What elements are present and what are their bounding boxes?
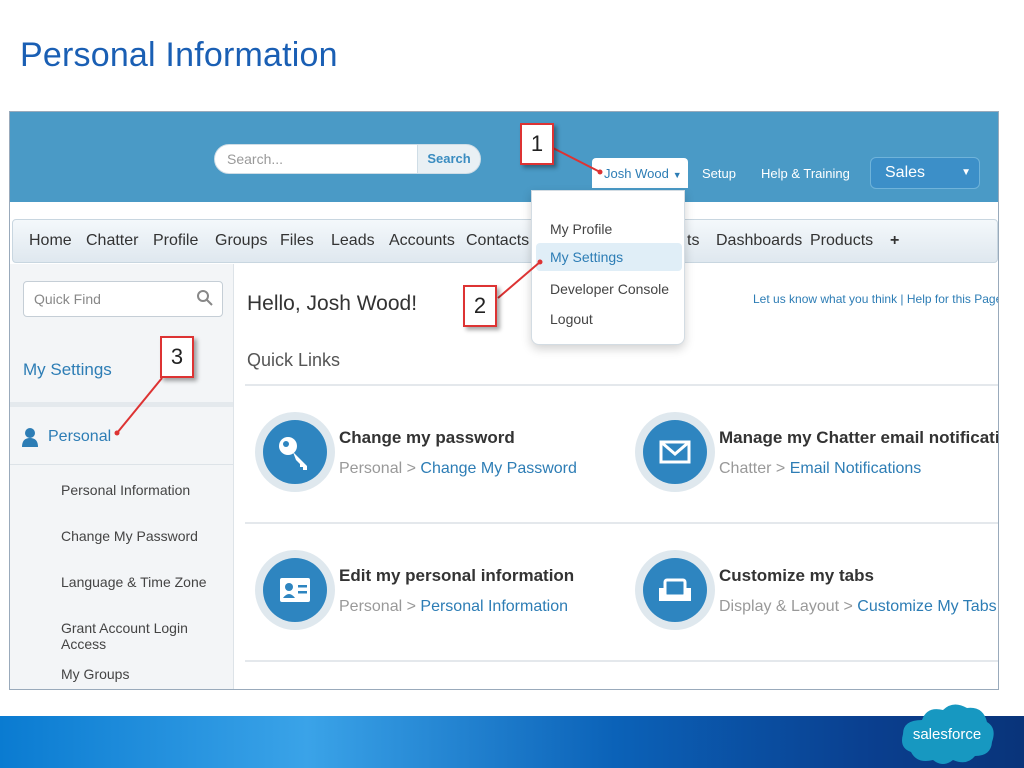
divider xyxy=(245,384,998,386)
caret-down-icon: ▼ xyxy=(672,170,682,180)
tab-leads[interactable]: Leads xyxy=(331,232,375,250)
sidebar-title[interactable]: My Settings xyxy=(23,360,112,380)
divider xyxy=(10,402,233,407)
personal-information-link[interactable]: Personal Information xyxy=(420,598,568,615)
id-card-icon xyxy=(255,550,335,630)
envelope-icon xyxy=(635,412,715,492)
search-icon xyxy=(197,290,213,306)
search-input[interactable]: Search... xyxy=(214,144,419,174)
tab-partial[interactable]: ts xyxy=(687,232,699,250)
feedback-link[interactable]: Let us know what you think xyxy=(753,292,897,306)
tab-profile[interactable]: Profile xyxy=(153,232,198,250)
app-picker[interactable]: Sales ▼ xyxy=(870,157,980,189)
tabs-icon xyxy=(635,550,715,630)
path-separator: > xyxy=(771,460,790,477)
sidebar-item-grant-login-access[interactable]: Grant Account Login Access xyxy=(61,620,233,652)
link-separator: | xyxy=(897,292,907,307)
sidebar-item-my-groups[interactable]: My Groups xyxy=(61,666,129,682)
quick-link-path: Personal > Personal Information xyxy=(339,598,568,616)
divider xyxy=(245,660,998,662)
tab-contacts[interactable]: Contacts xyxy=(466,232,529,250)
quick-link-personal-information[interactable]: Edit my personal information Personal > … xyxy=(255,550,615,630)
quick-find-input[interactable]: Quick Find xyxy=(23,281,223,317)
user-name: Josh Wood xyxy=(604,166,669,181)
path-separator: > xyxy=(839,598,858,615)
email-notifications-link[interactable]: Email Notifications xyxy=(790,460,922,477)
header-bar: Search... Search Josh Wood ▼ Setup Help &… xyxy=(10,112,998,202)
tab-accounts[interactable]: Accounts xyxy=(389,232,455,250)
person-icon xyxy=(22,428,38,447)
path-prefix: Display & Layout xyxy=(719,598,840,615)
tab-files[interactable]: Files xyxy=(280,232,314,250)
menu-item-developer-console[interactable]: Developer Console xyxy=(532,275,684,303)
path-separator: > xyxy=(402,460,421,477)
quick-link-email-notifications[interactable]: Manage my Chatter email notifications Ch… xyxy=(635,412,998,492)
key-icon xyxy=(255,412,335,492)
sidebar-item-language-time-zone[interactable]: Language & Time Zone xyxy=(61,574,207,590)
add-tab-icon[interactable]: + xyxy=(890,232,899,250)
salesforce-logo: salesforce xyxy=(902,704,994,764)
sidebar-item-change-password[interactable]: Change My Password xyxy=(61,528,198,544)
callout-2: 2 xyxy=(463,285,497,327)
path-separator: > xyxy=(402,598,421,615)
divider xyxy=(245,522,998,524)
slide-title: Personal Information xyxy=(20,36,338,74)
tab-bar: Home Chatter Profile Groups Files Leads … xyxy=(12,219,998,263)
path-prefix: Personal xyxy=(339,598,403,615)
quick-link-heading: Change my password xyxy=(339,428,515,447)
callout-3: 3 xyxy=(160,336,194,378)
tab-dashboards[interactable]: Dashboards xyxy=(716,232,802,250)
search-button[interactable]: Search xyxy=(417,144,481,174)
user-menu-button[interactable]: Josh Wood ▼ xyxy=(592,158,688,188)
path-prefix: Chatter xyxy=(719,460,772,477)
tab-groups[interactable]: Groups xyxy=(215,232,267,250)
tab-chatter[interactable]: Chatter xyxy=(86,232,138,250)
help-page-link[interactable]: Help for this Page xyxy=(907,292,998,306)
quick-find-placeholder: Quick Find xyxy=(34,291,101,307)
app-screenshot: Search... Search Josh Wood ▼ Setup Help &… xyxy=(9,111,999,690)
callout-1: 1 xyxy=(520,123,554,165)
quick-link-heading: Customize my tabs xyxy=(719,566,874,585)
page-title: Hello, Josh Wood! xyxy=(247,292,418,315)
quick-link-heading: Edit my personal information xyxy=(339,566,575,585)
path-prefix: Personal xyxy=(339,460,403,477)
sidebar-item-label: Personal xyxy=(48,428,112,446)
tab-products[interactable]: Products xyxy=(810,232,873,250)
quick-link-heading: Manage my Chatter email notifications xyxy=(719,428,999,447)
quick-links-title: Quick Links xyxy=(247,350,341,370)
sidebar-item-personal-information[interactable]: Personal Information xyxy=(61,482,190,498)
logo-text: salesforce xyxy=(913,726,981,743)
quick-link-path: Personal > Change My Password xyxy=(339,460,577,478)
footer-band xyxy=(0,716,1024,768)
quick-link-path: Display & Layout > Customize My Tabs xyxy=(719,598,997,616)
quick-link-customize-tabs[interactable]: Customize my tabs Display & Layout > Cus… xyxy=(635,550,997,630)
menu-item-my-profile[interactable]: My Profile xyxy=(532,215,684,243)
change-password-link[interactable]: Change My Password xyxy=(420,460,577,477)
help-links: Let us know what you think | Help for th… xyxy=(753,292,998,308)
setup-link[interactable]: Setup xyxy=(702,166,736,181)
menu-item-logout[interactable]: Logout xyxy=(532,305,684,333)
quick-link-path: Chatter > Email Notifications xyxy=(719,460,921,478)
user-menu-dropdown: My Profile My Settings Developer Console… xyxy=(531,190,685,345)
divider xyxy=(10,464,233,465)
caret-down-icon: ▼ xyxy=(961,167,971,178)
menu-item-my-settings[interactable]: My Settings xyxy=(536,243,682,271)
customize-tabs-link[interactable]: Customize My Tabs xyxy=(857,598,996,615)
sidebar: Quick Find My Settings Personal Personal… xyxy=(10,264,234,689)
app-name: Sales xyxy=(885,164,926,181)
help-training-link[interactable]: Help & Training xyxy=(761,166,850,181)
sidebar-item-personal[interactable]: Personal xyxy=(22,427,111,447)
tab-home[interactable]: Home xyxy=(29,232,72,250)
quick-link-change-password[interactable]: Change my password Personal > Change My … xyxy=(255,412,615,492)
